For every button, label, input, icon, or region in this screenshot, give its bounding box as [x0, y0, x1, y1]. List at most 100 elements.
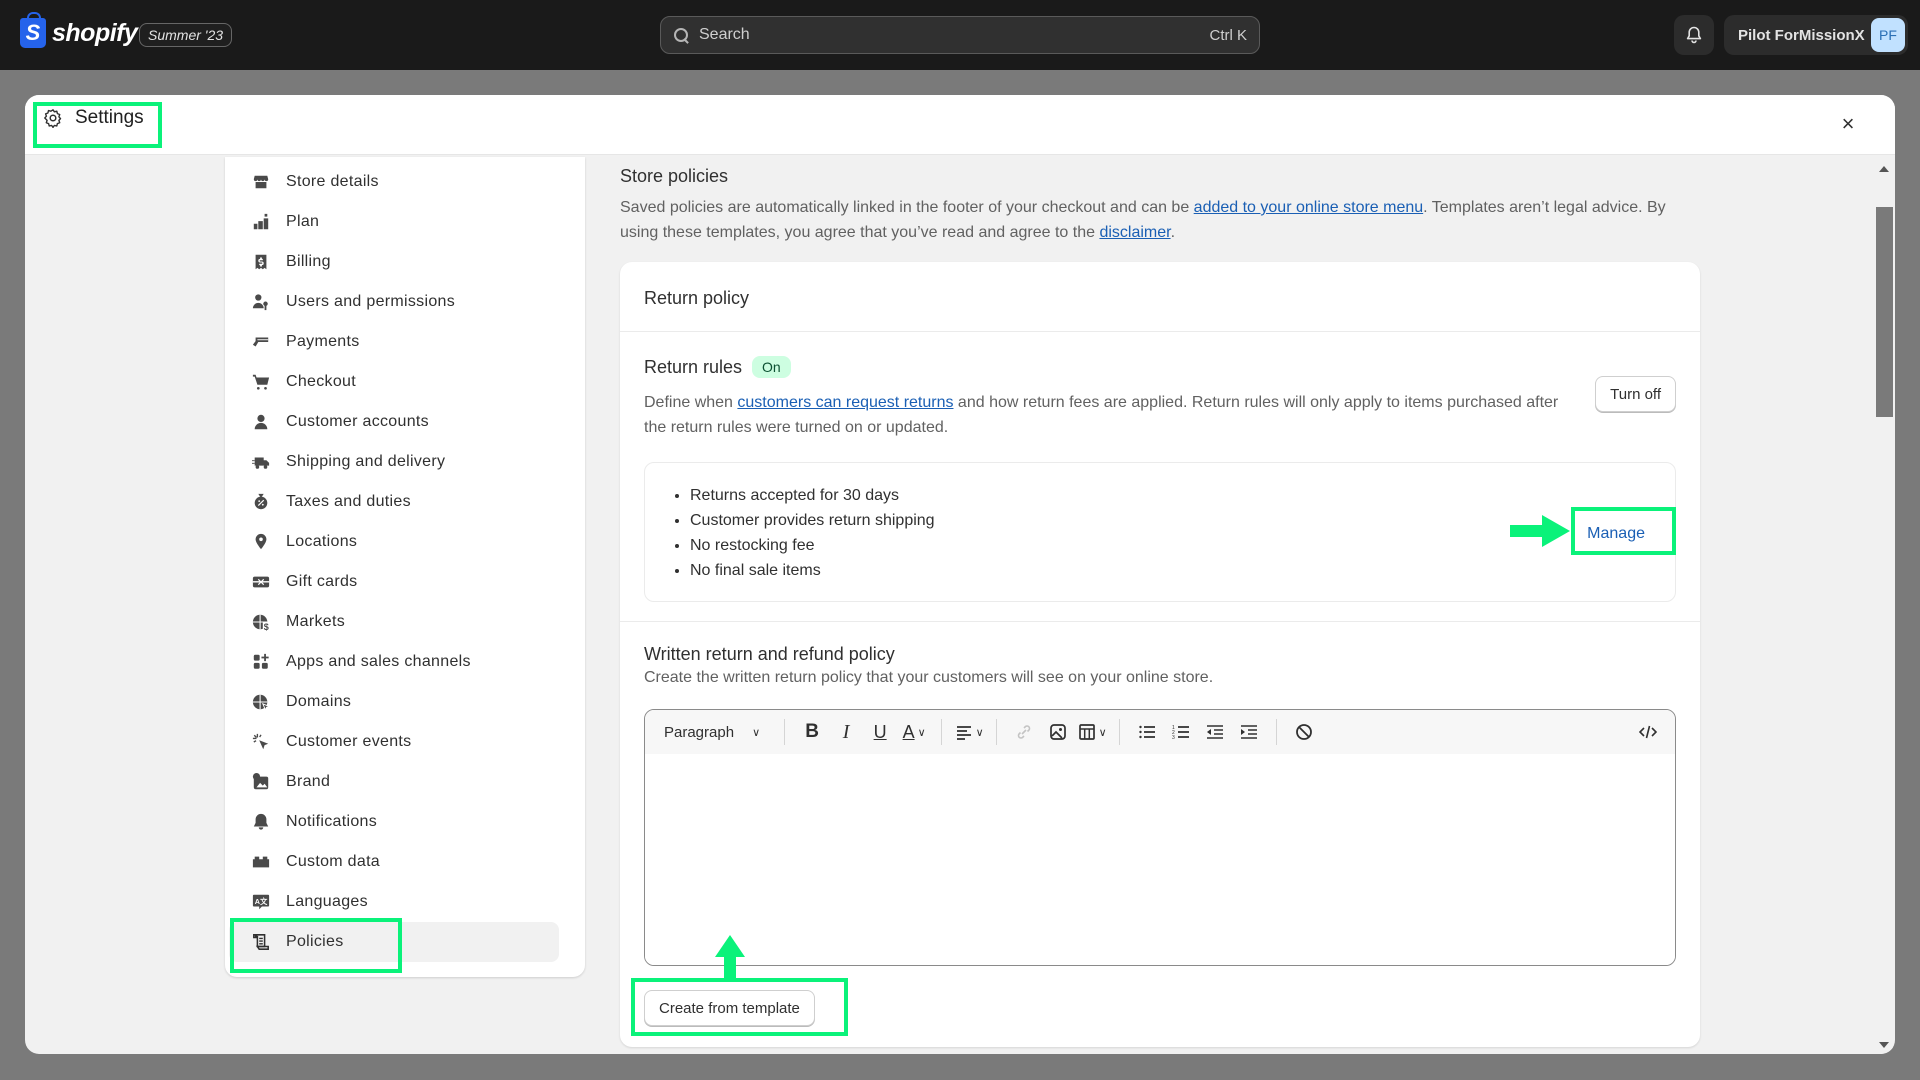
search-input[interactable]: Search Ctrl K	[660, 16, 1260, 54]
sidebar-item-brand[interactable]: Brand	[229, 762, 571, 802]
sidebar-item-customer-events[interactable]: Customer events	[229, 722, 571, 762]
avatar: PF	[1871, 18, 1905, 52]
user-menu-button[interactable]: Pilot ForMissionX PF	[1724, 15, 1908, 55]
settings-highlight	[33, 102, 162, 148]
html-view-button[interactable]	[1633, 717, 1663, 747]
sidebar-item-label: Checkout	[286, 373, 356, 390]
search-icon	[673, 27, 689, 43]
paragraph-format-select[interactable]: Paragraph ∨	[664, 724, 760, 741]
return-rules-heading: Return rules On	[644, 356, 1676, 378]
sidebar-item-customer-accounts[interactable]: Customer accounts	[229, 402, 571, 442]
sidebar-item-label: Domains	[286, 693, 352, 710]
clear-format-button[interactable]	[1289, 717, 1319, 747]
toolbar-divider	[784, 719, 786, 745]
italic-button[interactable]: I	[831, 717, 861, 747]
sidebar-item-label: Customer events	[286, 733, 412, 750]
store-policies-description: Saved policies are automatically linked …	[620, 195, 1700, 245]
sidebar-item-users-and-permissions[interactable]: Users and permissions	[229, 282, 571, 322]
link-button[interactable]	[1009, 717, 1039, 747]
desc-text: Define when	[644, 394, 738, 411]
notifications-button[interactable]	[1674, 15, 1714, 55]
bullet-list-icon	[1139, 725, 1156, 739]
sidebar-item-label: Locations	[286, 533, 358, 550]
sidebar-item-label: Brand	[286, 773, 331, 790]
underline-button[interactable]: U	[865, 717, 895, 747]
sidebar-item-label: Custom data	[286, 853, 381, 870]
shopify-logo[interactable]: S shopify	[20, 12, 138, 48]
click-icon	[251, 732, 271, 752]
billing-icon	[251, 252, 271, 272]
sidebar-item-label: Taxes and duties	[286, 493, 411, 510]
blocks-icon	[251, 852, 271, 872]
return-rules-description: Define when customers can request return…	[644, 390, 1574, 440]
toolbar-divider	[1119, 719, 1121, 745]
sidebar-item-locations[interactable]: Locations	[229, 522, 571, 562]
scroll-down-arrow-icon[interactable]	[1879, 1042, 1889, 1048]
sidebar-item-gift-cards[interactable]: Gift cards	[229, 562, 571, 602]
sidebar-item-payments[interactable]: Payments	[229, 322, 571, 362]
sidebar-item-store-details[interactable]: Store details	[229, 162, 571, 202]
indent-button[interactable]	[1234, 717, 1264, 747]
chevron-down-icon: ∨	[1098, 726, 1107, 739]
editor-content-area[interactable]	[645, 754, 1675, 965]
disclaimer-link[interactable]: disclaimer	[1099, 224, 1170, 241]
arrow-right-icon	[1510, 515, 1570, 547]
online-store-menu-link[interactable]: added to your online store menu	[1194, 199, 1423, 216]
user-name: Pilot ForMissionX	[1738, 26, 1865, 44]
sidebar-item-checkout[interactable]: Checkout	[229, 362, 571, 402]
sidebar-item-languages[interactable]: A文 Languages	[229, 882, 571, 922]
location-icon	[251, 532, 271, 552]
image-icon	[1050, 724, 1066, 740]
turn-off-button[interactable]: Turn off	[1595, 376, 1676, 412]
scrollbar-thumb[interactable]	[1876, 207, 1893, 417]
numbered-list-button[interactable]: 123	[1166, 717, 1196, 747]
bell-icon	[251, 812, 271, 832]
sidebar-item-apps-and-sales-channels[interactable]: Apps and sales channels	[229, 642, 571, 682]
table-icon	[1078, 724, 1095, 740]
search-shortcut: Ctrl K	[1209, 26, 1248, 44]
close-button[interactable]: ×	[1835, 111, 1861, 137]
truck-icon	[251, 452, 271, 472]
format-label: Paragraph	[664, 723, 735, 741]
list-item: Returns accepted for 30 days	[690, 483, 1675, 508]
globe-dollar-icon: $	[251, 612, 271, 632]
sidebar-item-notifications[interactable]: Notifications	[229, 802, 571, 842]
image-button[interactable]	[1043, 717, 1073, 747]
cart-icon	[251, 372, 271, 392]
sidebar-item-taxes-and-duties[interactable]: Taxes and duties	[229, 482, 571, 522]
sidebar-item-label: Languages	[286, 893, 368, 910]
sidebar-item-custom-data[interactable]: Custom data	[229, 842, 571, 882]
sidebar-item-billing[interactable]: Billing	[229, 242, 571, 282]
shopify-bag-icon: S	[20, 12, 46, 48]
text-color-button[interactable]: A ∨	[899, 717, 929, 747]
sidebar-item-plan[interactable]: Plan	[229, 202, 571, 242]
clear-format-icon	[1296, 724, 1313, 740]
sidebar-item-label: Gift cards	[286, 573, 358, 590]
return-rules-section: Return rules On Define when customers ca…	[620, 332, 1700, 622]
align-button[interactable]: ∨	[954, 717, 984, 747]
top-bar: S shopify Summer '23 Search Ctrl K Pilot…	[0, 0, 1920, 70]
outdent-button[interactable]	[1200, 717, 1230, 747]
sidebar-item-markets[interactable]: $ Markets	[229, 602, 571, 642]
edition-badge: Summer '23	[139, 23, 233, 47]
bullet-list-button[interactable]	[1132, 717, 1162, 747]
request-returns-link[interactable]: customers can request returns	[737, 394, 953, 411]
payments-icon	[251, 332, 271, 352]
sidebar-item-domains[interactable]: Domains	[229, 682, 571, 722]
bold-button[interactable]: B	[797, 717, 827, 747]
sidebar-item-label: Shipping and delivery	[286, 453, 446, 470]
align-left-icon	[956, 726, 971, 740]
translate-icon: A文	[251, 892, 271, 912]
scroll-up-arrow-icon[interactable]	[1879, 166, 1889, 172]
plan-icon	[251, 212, 271, 232]
sidebar-item-shipping-and-delivery[interactable]: Shipping and delivery	[229, 442, 571, 482]
toolbar-divider	[941, 719, 943, 745]
return-policy-title: Return policy	[620, 262, 1700, 332]
close-icon: ×	[1841, 111, 1855, 136]
brand-icon	[251, 772, 271, 792]
outdent-icon	[1207, 725, 1224, 739]
svg-text:A文: A文	[255, 897, 268, 906]
table-button[interactable]: ∨	[1077, 717, 1107, 747]
search-placeholder: Search	[699, 26, 750, 43]
underline-icon: U	[873, 721, 887, 742]
